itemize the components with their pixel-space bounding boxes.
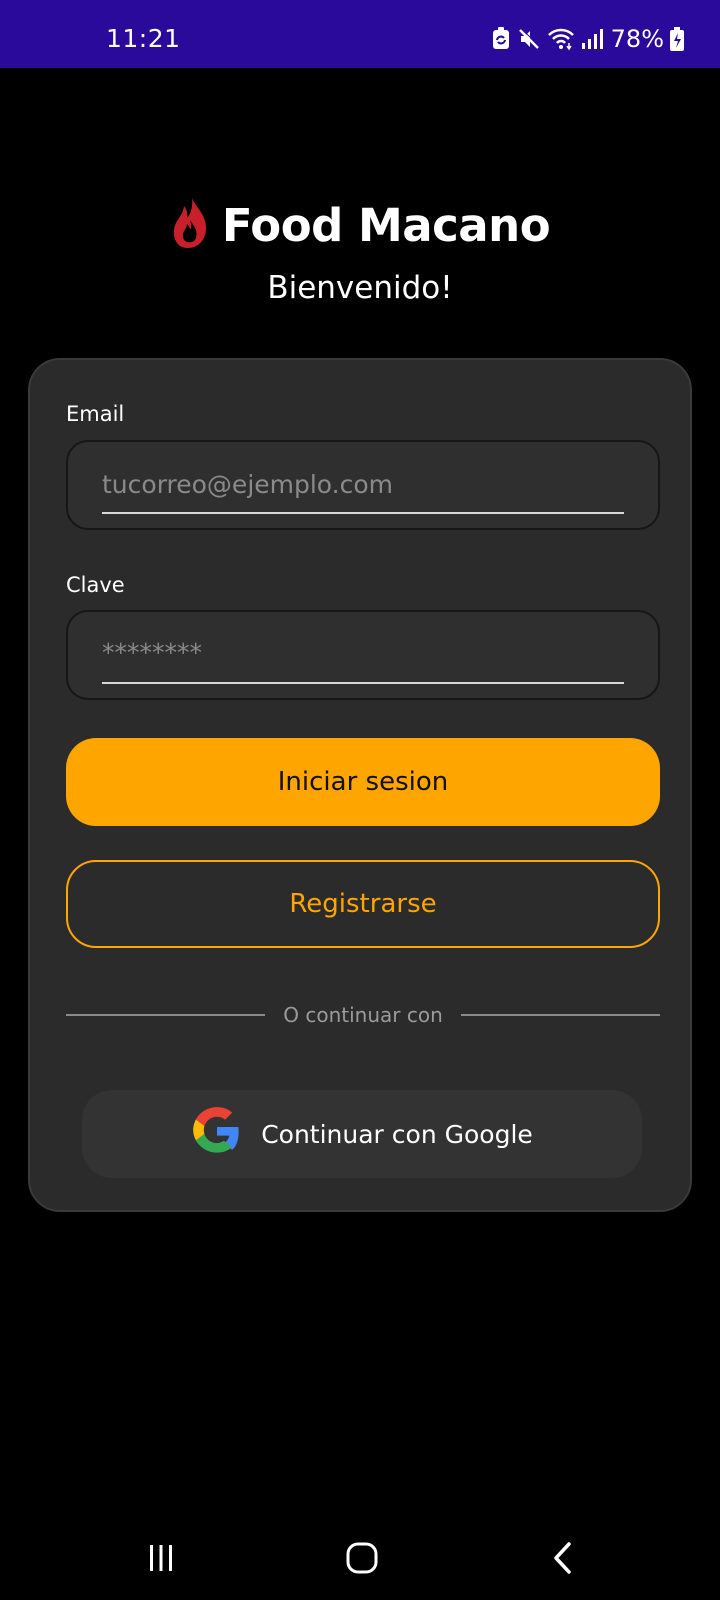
status-icons: 78% (491, 25, 684, 53)
back-button[interactable] (523, 1520, 603, 1600)
back-icon (551, 1541, 575, 1580)
brand-header: Food Macano (0, 195, 720, 255)
password-field[interactable]: ******** (66, 610, 660, 700)
google-icon (191, 1105, 243, 1163)
wifi-icon (547, 27, 575, 51)
login-screen: 11:21 78% Food Macano Bienvenido! Email … (0, 0, 720, 1600)
password-placeholder: ******** (102, 638, 202, 667)
signal-icon (581, 27, 603, 51)
password-label: Clave (66, 573, 125, 597)
home-icon (345, 1541, 379, 1580)
divider-text: O continuar con (283, 1003, 443, 1027)
app-name: Food Macano (221, 198, 551, 252)
navigation-bar (0, 1520, 720, 1600)
password-underline (102, 682, 624, 684)
status-time: 11:21 (106, 24, 181, 53)
login-button[interactable]: Iniciar sesion (66, 738, 660, 826)
google-button-label: Continuar con Google (261, 1119, 533, 1149)
login-card: Email tucorreo@ejemplo.com Clave *******… (28, 358, 692, 1212)
email-placeholder: tucorreo@ejemplo.com (102, 470, 394, 499)
mute-icon (517, 27, 541, 51)
email-label: Email (66, 402, 125, 426)
status-bar: 11:21 78% (0, 0, 720, 68)
recent-apps-icon (146, 1543, 176, 1578)
home-button[interactable] (322, 1520, 402, 1600)
register-button[interactable]: Registrarse (66, 860, 660, 948)
battery-percentage: 78% (610, 25, 664, 53)
battery-charging-icon (670, 27, 684, 51)
divider-line-left (66, 1014, 266, 1016)
recent-apps-button[interactable] (121, 1520, 201, 1600)
flame-logo-icon (170, 196, 210, 255)
email-underline (102, 512, 624, 514)
welcome-title: Bienvenido! (267, 270, 453, 306)
sync-icon (491, 27, 511, 51)
divider: O continuar con (66, 1000, 661, 1030)
login-button-label: Iniciar sesion (277, 767, 449, 797)
email-field[interactable]: tucorreo@ejemplo.com (66, 440, 660, 530)
divider-line-right (460, 1014, 661, 1016)
register-button-label: Registrarse (289, 889, 437, 919)
google-signin-button[interactable]: Continuar con Google (82, 1090, 642, 1178)
